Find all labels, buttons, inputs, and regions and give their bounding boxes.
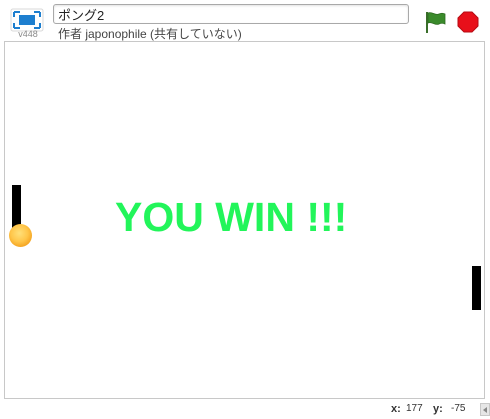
mouse-y-value: -75 [451,403,466,414]
author-line: 作者 japonophile (共有していない) [58,27,242,41]
stop-icon[interactable] [457,11,479,33]
green-flag-icon[interactable] [424,10,446,34]
mouse-x-value: 177 [406,403,423,414]
mouse-y-label: y: [433,403,443,415]
stage-canvas[interactable]: YOU WIN !!! [4,41,485,399]
mouse-x-label: x: [391,403,401,415]
player-header: v448 作者 japonophile (共有していない) [0,0,490,42]
version-label: v448 [18,29,38,39]
stage-resize-handle[interactable] [480,403,490,416]
right-paddle [472,266,481,310]
ball [9,224,32,247]
win-message: YOU WIN !!! [115,194,348,240]
project-title-input[interactable] [53,4,409,24]
